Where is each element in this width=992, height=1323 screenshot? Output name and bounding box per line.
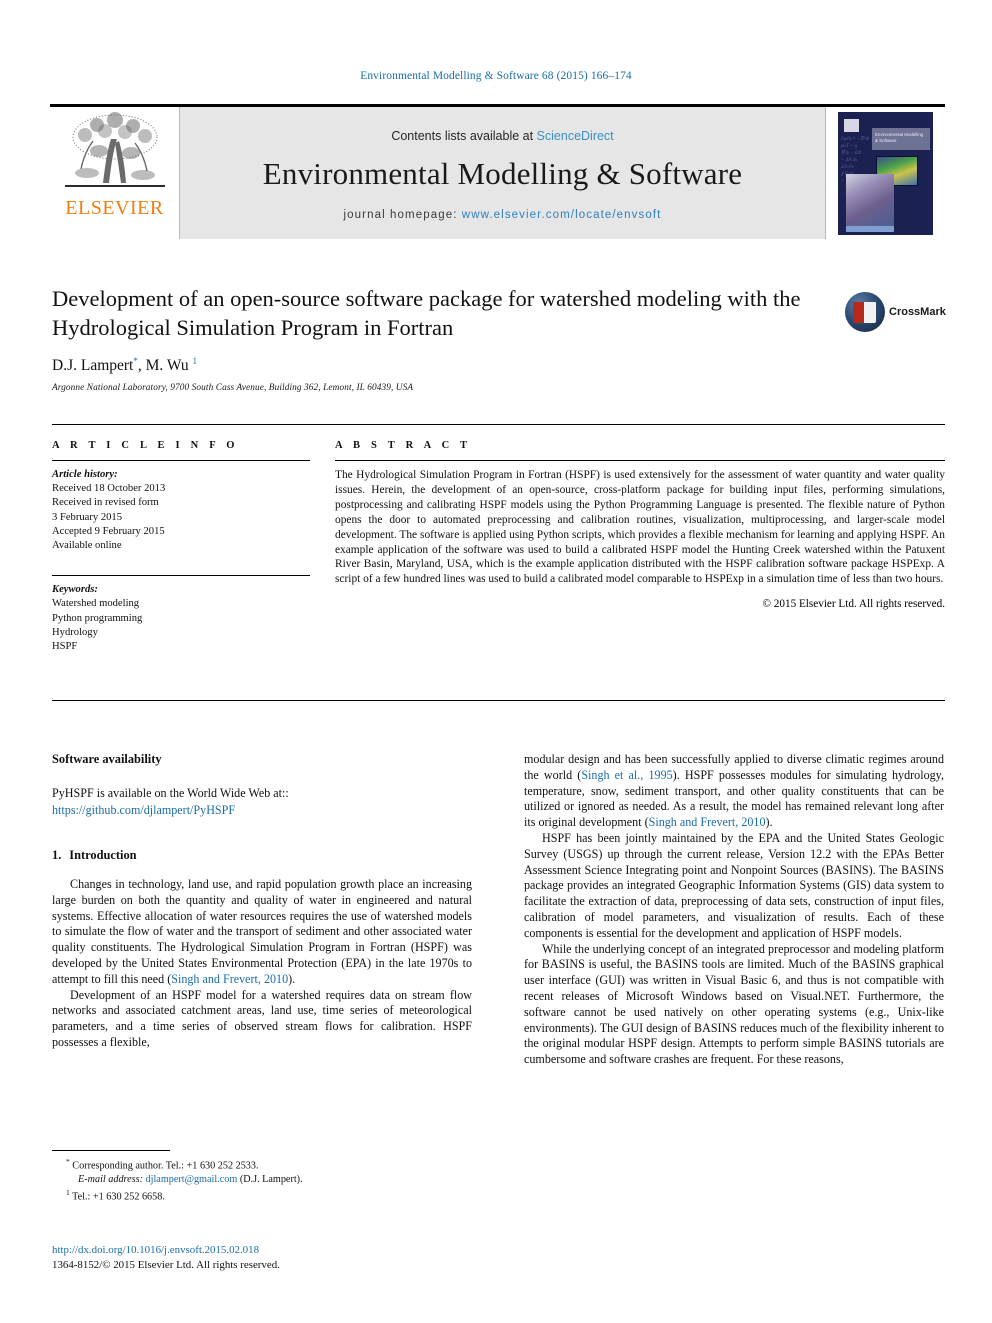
cover-publisher-logo-icon <box>844 118 859 132</box>
author-2-footnote-marker[interactable]: 1 <box>193 356 198 366</box>
info-bottom-rule <box>52 700 945 701</box>
issn-copyright-line: 1364-8152/© 2015 Elsevier Ltd. All right… <box>52 1258 280 1271</box>
software-availability-heading: Software availability <box>52 752 162 766</box>
title-block: Development of an open-source software p… <box>52 284 852 393</box>
info-abstract-row: A R T I C L E I N F O Article history: R… <box>52 440 945 654</box>
abstract-rule <box>335 460 945 461</box>
footnote-corresponding-author: * Corresponding author. Tel.: +1 630 252… <box>66 1155 472 1186</box>
journal-cover-block: ∂u/∂t = −∇·Φ ρ∂T + q ∇²ψ − Ωh + dA dx λ∂c/∂z… <box>825 107 945 239</box>
software-availability-text: PyHSPF is available on the World Wide We… <box>52 785 472 818</box>
history-line: Available online <box>52 540 122 552</box>
cover-title-band: Environmental Modelling & Software <box>872 127 930 150</box>
footnote-block: * Corresponding author. Tel.: +1 630 252… <box>52 1150 472 1204</box>
running-head: Environmental Modelling & Software 68 (2… <box>360 70 632 82</box>
footnote-1-text: Tel.: +1 630 252 6658. <box>72 1191 165 1203</box>
history-line: Accepted 9 February 2015 <box>52 525 165 537</box>
affiliation: Argonne National Laboratory, 9700 South … <box>52 383 414 394</box>
history-line: Received in revised form <box>52 497 159 509</box>
abstract-text: The Hydrological Simulation Program in F… <box>335 469 945 586</box>
citation-singh-frevert-2010[interactable]: Singh and Frevert, 2010 <box>171 972 288 986</box>
pyhspf-github-link[interactable]: https://github.com/djlampert/PyHSPF <box>52 803 235 817</box>
author-list: D.J. Lampert*, M. Wu 1 <box>52 356 852 375</box>
intro-p1-text-a: Changes in technology, land use, and rap… <box>52 877 472 986</box>
keywords-label: Keywords: <box>52 584 98 596</box>
intro-p1-text-b: ). <box>288 971 296 986</box>
sciencedirect-link[interactable]: ScienceDirect <box>537 129 614 143</box>
abstract-heading: A B S T R A C T <box>335 440 472 451</box>
homepage-label: journal homepage: <box>343 209 458 221</box>
email-owner: (D.J. Lampert). <box>239 1173 303 1185</box>
footnote-note-1: 1 Tel.: +1 630 252 6658. <box>66 1186 472 1204</box>
journal-title: Environmental Modelling & Software <box>262 156 743 191</box>
keywords-rule <box>52 575 310 577</box>
journal-masthead: ELSEVIER Contents lists available at Sci… <box>50 104 945 239</box>
right-p1-text-c: ). <box>765 815 773 830</box>
info-top-rule <box>52 424 945 425</box>
journal-cover-thumbnail: ∂u/∂t = −∇·Φ ρ∂T + q ∇²ψ − Ωh + dA dx λ∂c/∂z… <box>838 111 933 235</box>
crossmark-icon <box>845 292 885 332</box>
footnote-rule <box>52 1150 170 1151</box>
crossmark-book-right-icon <box>864 302 876 323</box>
article-info-rule <box>52 460 310 461</box>
article-history-label: Article history: <box>52 469 118 480</box>
history-line: 3 February 2015 <box>52 511 123 523</box>
introduction-heading: 1. Introduction <box>52 848 472 863</box>
right-column: modular design and has been successfully… <box>524 752 944 1068</box>
cover-satellite-image <box>846 173 894 232</box>
history-line: Received 18 October 2013 <box>52 483 166 495</box>
footnote-1-marker: 1 <box>66 1188 70 1198</box>
right-paragraph-3: While the underlying concept of an integ… <box>524 941 944 1067</box>
footer-doi-block: http://dx.doi.org/10.1016/j.envsoft.2015… <box>52 1243 482 1272</box>
article-history-block: Article history: Received 18 October 201… <box>52 468 310 553</box>
email-link[interactable]: djlampert@gmail.com <box>146 1174 238 1185</box>
keywords-block: Keywords: Watershed modeling Python prog… <box>52 575 310 654</box>
homepage-url-link[interactable]: www.elsevier.com/locate/envsoft <box>462 209 662 221</box>
availability-prefix: PyHSPF is available on the World Wide We… <box>52 786 289 800</box>
journal-homepage-line: journal homepage: www.elsevier.com/locat… <box>344 209 662 221</box>
email-address-label: E-mail address: <box>78 1173 143 1185</box>
citation-singh-et-al-1995[interactable]: Singh et al., 1995 <box>581 768 672 782</box>
article-info-column: A R T I C L E I N F O Article history: R… <box>52 440 310 654</box>
keyword-item: Hydrology <box>52 626 98 638</box>
author-name-2: M. Wu <box>145 357 189 375</box>
introduction-title: Introduction <box>69 848 137 862</box>
publisher-logo-block: ELSEVIER <box>50 107 180 239</box>
elsevier-tree-icon <box>63 111 167 195</box>
contents-available-line: Contents lists available at ScienceDirec… <box>391 129 613 143</box>
keyword-item: HSPF <box>52 641 78 653</box>
abstract-copyright: © 2015 Elsevier Ltd. All rights reserved… <box>762 598 946 611</box>
author-name-1: D.J. Lampert <box>52 357 134 375</box>
right-paragraph-1: modular design and has been successfully… <box>524 752 944 831</box>
elsevier-wordmark: ELSEVIER <box>65 197 164 219</box>
doi-link[interactable]: http://dx.doi.org/10.1016/j.envsoft.2015… <box>52 1243 482 1258</box>
crossmark-book-left-icon <box>853 302 864 323</box>
right-paragraph-2: HSPF has been jointly maintained by the … <box>524 830 944 940</box>
crossmark-label: CrossMark <box>889 306 946 318</box>
author-separator: , <box>137 357 146 375</box>
crossmark-badge[interactable]: CrossMark <box>845 288 946 336</box>
keyword-item: Watershed modeling <box>52 598 140 610</box>
body-columns: Software availability PyHSPF is availabl… <box>52 752 945 1068</box>
article-page: Environmental Modelling & Software 68 (2… <box>0 0 992 1323</box>
contents-prefix: Contents lists available at <box>391 129 537 143</box>
article-info-heading: A R T I C L E I N F O <box>52 440 239 451</box>
left-column: Software availability PyHSPF is availabl… <box>52 752 472 1068</box>
intro-paragraph-2: Development of an HSPF model for a water… <box>52 987 472 1049</box>
page-title: Development of an open-source software p… <box>52 286 801 340</box>
footnote-corresponding-text: Corresponding author. Tel.: +1 630 252 2… <box>72 1160 259 1172</box>
keyword-item: Python programming <box>52 612 143 624</box>
intro-paragraph-1: Changes in technology, land use, and rap… <box>52 877 472 988</box>
abstract-column: A B S T R A C T The Hydrological Simulat… <box>335 440 945 654</box>
introduction-number: 1. <box>52 848 62 862</box>
masthead-center: Contents lists available at ScienceDirec… <box>180 107 825 239</box>
footnote-asterisk-marker: * <box>66 1157 70 1166</box>
citation-singh-frevert-2010-right[interactable]: Singh and Frevert, 2010 <box>649 815 766 829</box>
